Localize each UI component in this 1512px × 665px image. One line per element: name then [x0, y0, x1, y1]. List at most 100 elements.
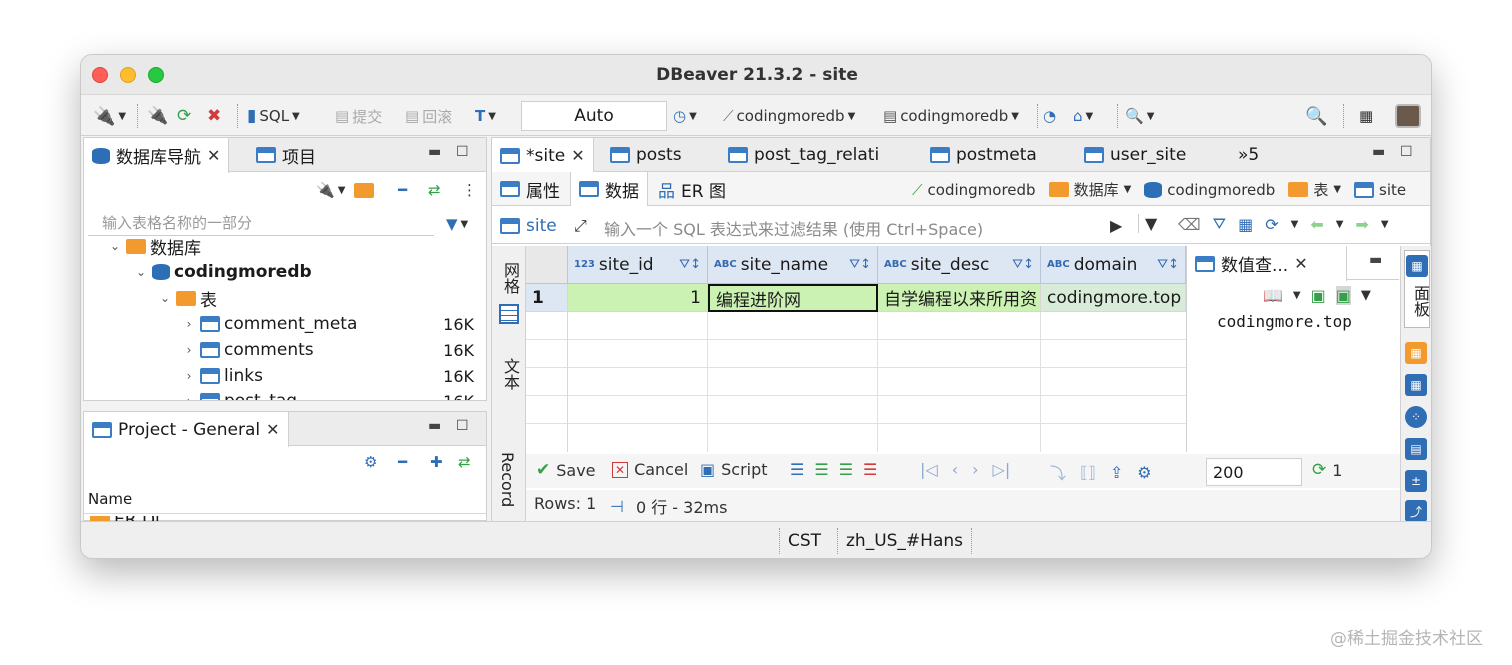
collapse-all-button[interactable]: ━	[398, 450, 407, 474]
calculator-icon[interactable]: ±	[1405, 470, 1427, 492]
last-page-icon[interactable]: ▷|	[993, 460, 1011, 479]
link-editor-button[interactable]: ⇄	[428, 178, 441, 202]
group-icon[interactable]: ⁘	[1405, 406, 1427, 428]
disconnect-button[interactable]: ✖	[207, 104, 221, 128]
tree-item[interactable]: › comment_meta 16K	[182, 311, 482, 337]
filter-sort-icon[interactable]: ⛛↕	[1157, 257, 1179, 272]
refresh-button[interactable]: ⟳ 1	[1312, 460, 1342, 480]
chevron-right-icon[interactable]: ›	[182, 317, 196, 331]
breadcrumb-item[interactable]: 表	[1313, 179, 1328, 200]
gear-icon[interactable]: ⚙	[1137, 463, 1151, 482]
apply-filter-icon[interactable]: ▶	[1110, 216, 1122, 235]
breadcrumb-item[interactable]: codingmoredb	[1167, 181, 1275, 199]
table-cell[interactable]: codingmore.top	[1041, 284, 1186, 312]
filter-sort-icon[interactable]: ⛛↕	[849, 257, 871, 272]
new-connection-button[interactable]: 🔌 ▼	[93, 104, 126, 128]
tree-item[interactable]: ⌄ 数据库	[108, 238, 201, 259]
cell-value[interactable]: codingmore.top	[1217, 312, 1352, 331]
minimize-icon[interactable]: ▬	[428, 418, 441, 434]
filter-sort-icon[interactable]: ⛛↕	[679, 257, 701, 272]
subtab-er-diagram[interactable]: 品 ER 图	[650, 172, 734, 206]
more-tabs-button[interactable]: »5	[1230, 138, 1267, 172]
save-button[interactable]: ✔ Save	[536, 460, 596, 480]
tree-item[interactable]: › post_tag 16K	[182, 388, 482, 400]
first-page-icon[interactable]: |◁	[920, 460, 938, 479]
grid-layout-icon[interactable]: ▦	[1405, 374, 1427, 396]
column-header-site-name[interactable]: ABC site_name ⛛↕	[708, 246, 878, 284]
rollback-button[interactable]: ▤ 回滚	[405, 104, 452, 128]
column-header-site-id[interactable]: 123 site_id ⛛↕	[568, 246, 708, 284]
connect-button[interactable]: 🔌	[147, 104, 168, 128]
delete-row-icon[interactable]: ☰	[863, 460, 877, 479]
maximize-icon[interactable]: ☐	[1400, 144, 1413, 160]
tree-item[interactable]: › comments 16K	[182, 337, 482, 363]
view-menu-button[interactable]: ⋮	[462, 178, 477, 202]
commit-button[interactable]: ▤ 提交	[335, 104, 382, 128]
tab-postmeta[interactable]: postmeta	[922, 138, 1045, 172]
tab-posts[interactable]: posts	[602, 138, 690, 172]
project-settings-button[interactable]: ⚙	[364, 450, 377, 474]
chevron-right-icon[interactable]: ›	[182, 369, 196, 383]
new-folder-button[interactable]	[354, 178, 374, 202]
minimize-icon[interactable]: ▬	[1369, 252, 1382, 268]
tab-project-general[interactable]: Project - General ✕	[84, 412, 289, 447]
tab-post-tag-relation[interactable]: post_tag_relati	[720, 138, 887, 172]
filter-settings-icon[interactable]: ▦	[1238, 215, 1253, 234]
avatar-button[interactable]	[1395, 104, 1421, 128]
cancel-button[interactable]: ✕ Cancel	[612, 460, 688, 479]
sql-editor-button[interactable]: ▮ SQL ▼	[247, 104, 300, 128]
minimize-icon[interactable]: ▬	[1372, 144, 1385, 160]
panel-menu-icon[interactable]: ▼	[1361, 288, 1371, 303]
transaction-mode-button[interactable]: T ▼	[475, 104, 496, 128]
view-tab-grid[interactable]: 网格	[498, 262, 522, 294]
table-cell[interactable]: 自学编程以来所用资	[878, 284, 1041, 312]
tab-database-navigator[interactable]: 数据库导航 ✕	[84, 138, 230, 173]
tree-item[interactable]: ⌄ codingmoredb	[134, 259, 312, 285]
fetch-size-input[interactable]: 200	[1206, 458, 1302, 486]
maximize-icon[interactable]: ☐	[456, 144, 469, 160]
history-button[interactable]: ◷ ▼	[673, 104, 697, 128]
chevron-right-icon[interactable]: ›	[182, 394, 196, 400]
tree-item[interactable]: › links 16K	[182, 363, 482, 389]
filter-history-icon[interactable]: ▼	[1138, 214, 1157, 233]
column-header-domain[interactable]: ABC domain ⛛↕	[1041, 246, 1186, 284]
panels-toggle[interactable]: ▦ 面板	[1404, 250, 1430, 328]
previous-page-icon[interactable]: ‹	[952, 460, 958, 479]
eraser-icon[interactable]: ⌫	[1178, 215, 1201, 234]
back-arrow-icon[interactable]: ⬅	[1310, 215, 1323, 234]
reconnect-button[interactable]: ⟳	[177, 104, 191, 128]
script-button[interactable]: ▣ Script	[700, 460, 768, 479]
close-icon[interactable]: ✕	[1294, 254, 1307, 273]
calendar-icon[interactable]: ▦	[1405, 342, 1427, 364]
link-editor-button[interactable]: ⇄	[458, 450, 471, 474]
copy-row-icon[interactable]: ☰	[839, 460, 853, 479]
subtab-properties[interactable]: 属性	[492, 172, 568, 206]
diagram-button[interactable]: ⌂ ▼	[1073, 104, 1093, 128]
chevron-down-icon[interactable]: ⌄	[134, 265, 148, 279]
close-icon[interactable]: ✕	[571, 146, 584, 165]
search-tool-button[interactable]: 🔍 ▼	[1125, 104, 1154, 128]
fetch-next-icon[interactable]: ⤵	[1050, 460, 1066, 484]
breadcrumb-item[interactable]: codingmoredb	[928, 181, 1036, 199]
export-icon[interactable]: ⇪	[1110, 463, 1123, 482]
table-filter-input[interactable]: 输入表格名称的一部分	[88, 208, 434, 236]
forward-arrow-icon[interactable]: ➡	[1355, 215, 1368, 234]
save-to-file-icon[interactable]: ▣	[1311, 286, 1326, 305]
row-number[interactable]: 1	[526, 284, 568, 312]
chevron-right-icon[interactable]: ›	[182, 343, 196, 357]
load-from-file-icon[interactable]: ▣	[1335, 286, 1351, 305]
expand-filter-icon[interactable]: ⤢	[574, 216, 587, 236]
tab-value-viewer[interactable]: 数值查... ✕	[1187, 246, 1347, 281]
dashboard-button[interactable]: ◔	[1043, 104, 1056, 128]
subtab-data[interactable]: 数据	[570, 172, 648, 206]
edit-row-icon[interactable]: ☰	[790, 460, 804, 479]
references-icon[interactable]: ⤴	[1405, 500, 1427, 522]
refresh-icon[interactable]: ⟳	[1265, 215, 1278, 234]
table-cell-selected[interactable]: 编程进阶网	[708, 284, 878, 312]
filter-config-button[interactable]: ▼ ▼	[446, 212, 468, 236]
tab-user-site[interactable]: user_site	[1076, 138, 1194, 172]
tab-site[interactable]: *site ✕	[492, 138, 594, 173]
filter-sort-icon[interactable]: ⛛↕	[1012, 257, 1034, 272]
close-icon[interactable]: ✕	[266, 420, 279, 439]
tab-projects[interactable]: 项目	[248, 138, 324, 172]
